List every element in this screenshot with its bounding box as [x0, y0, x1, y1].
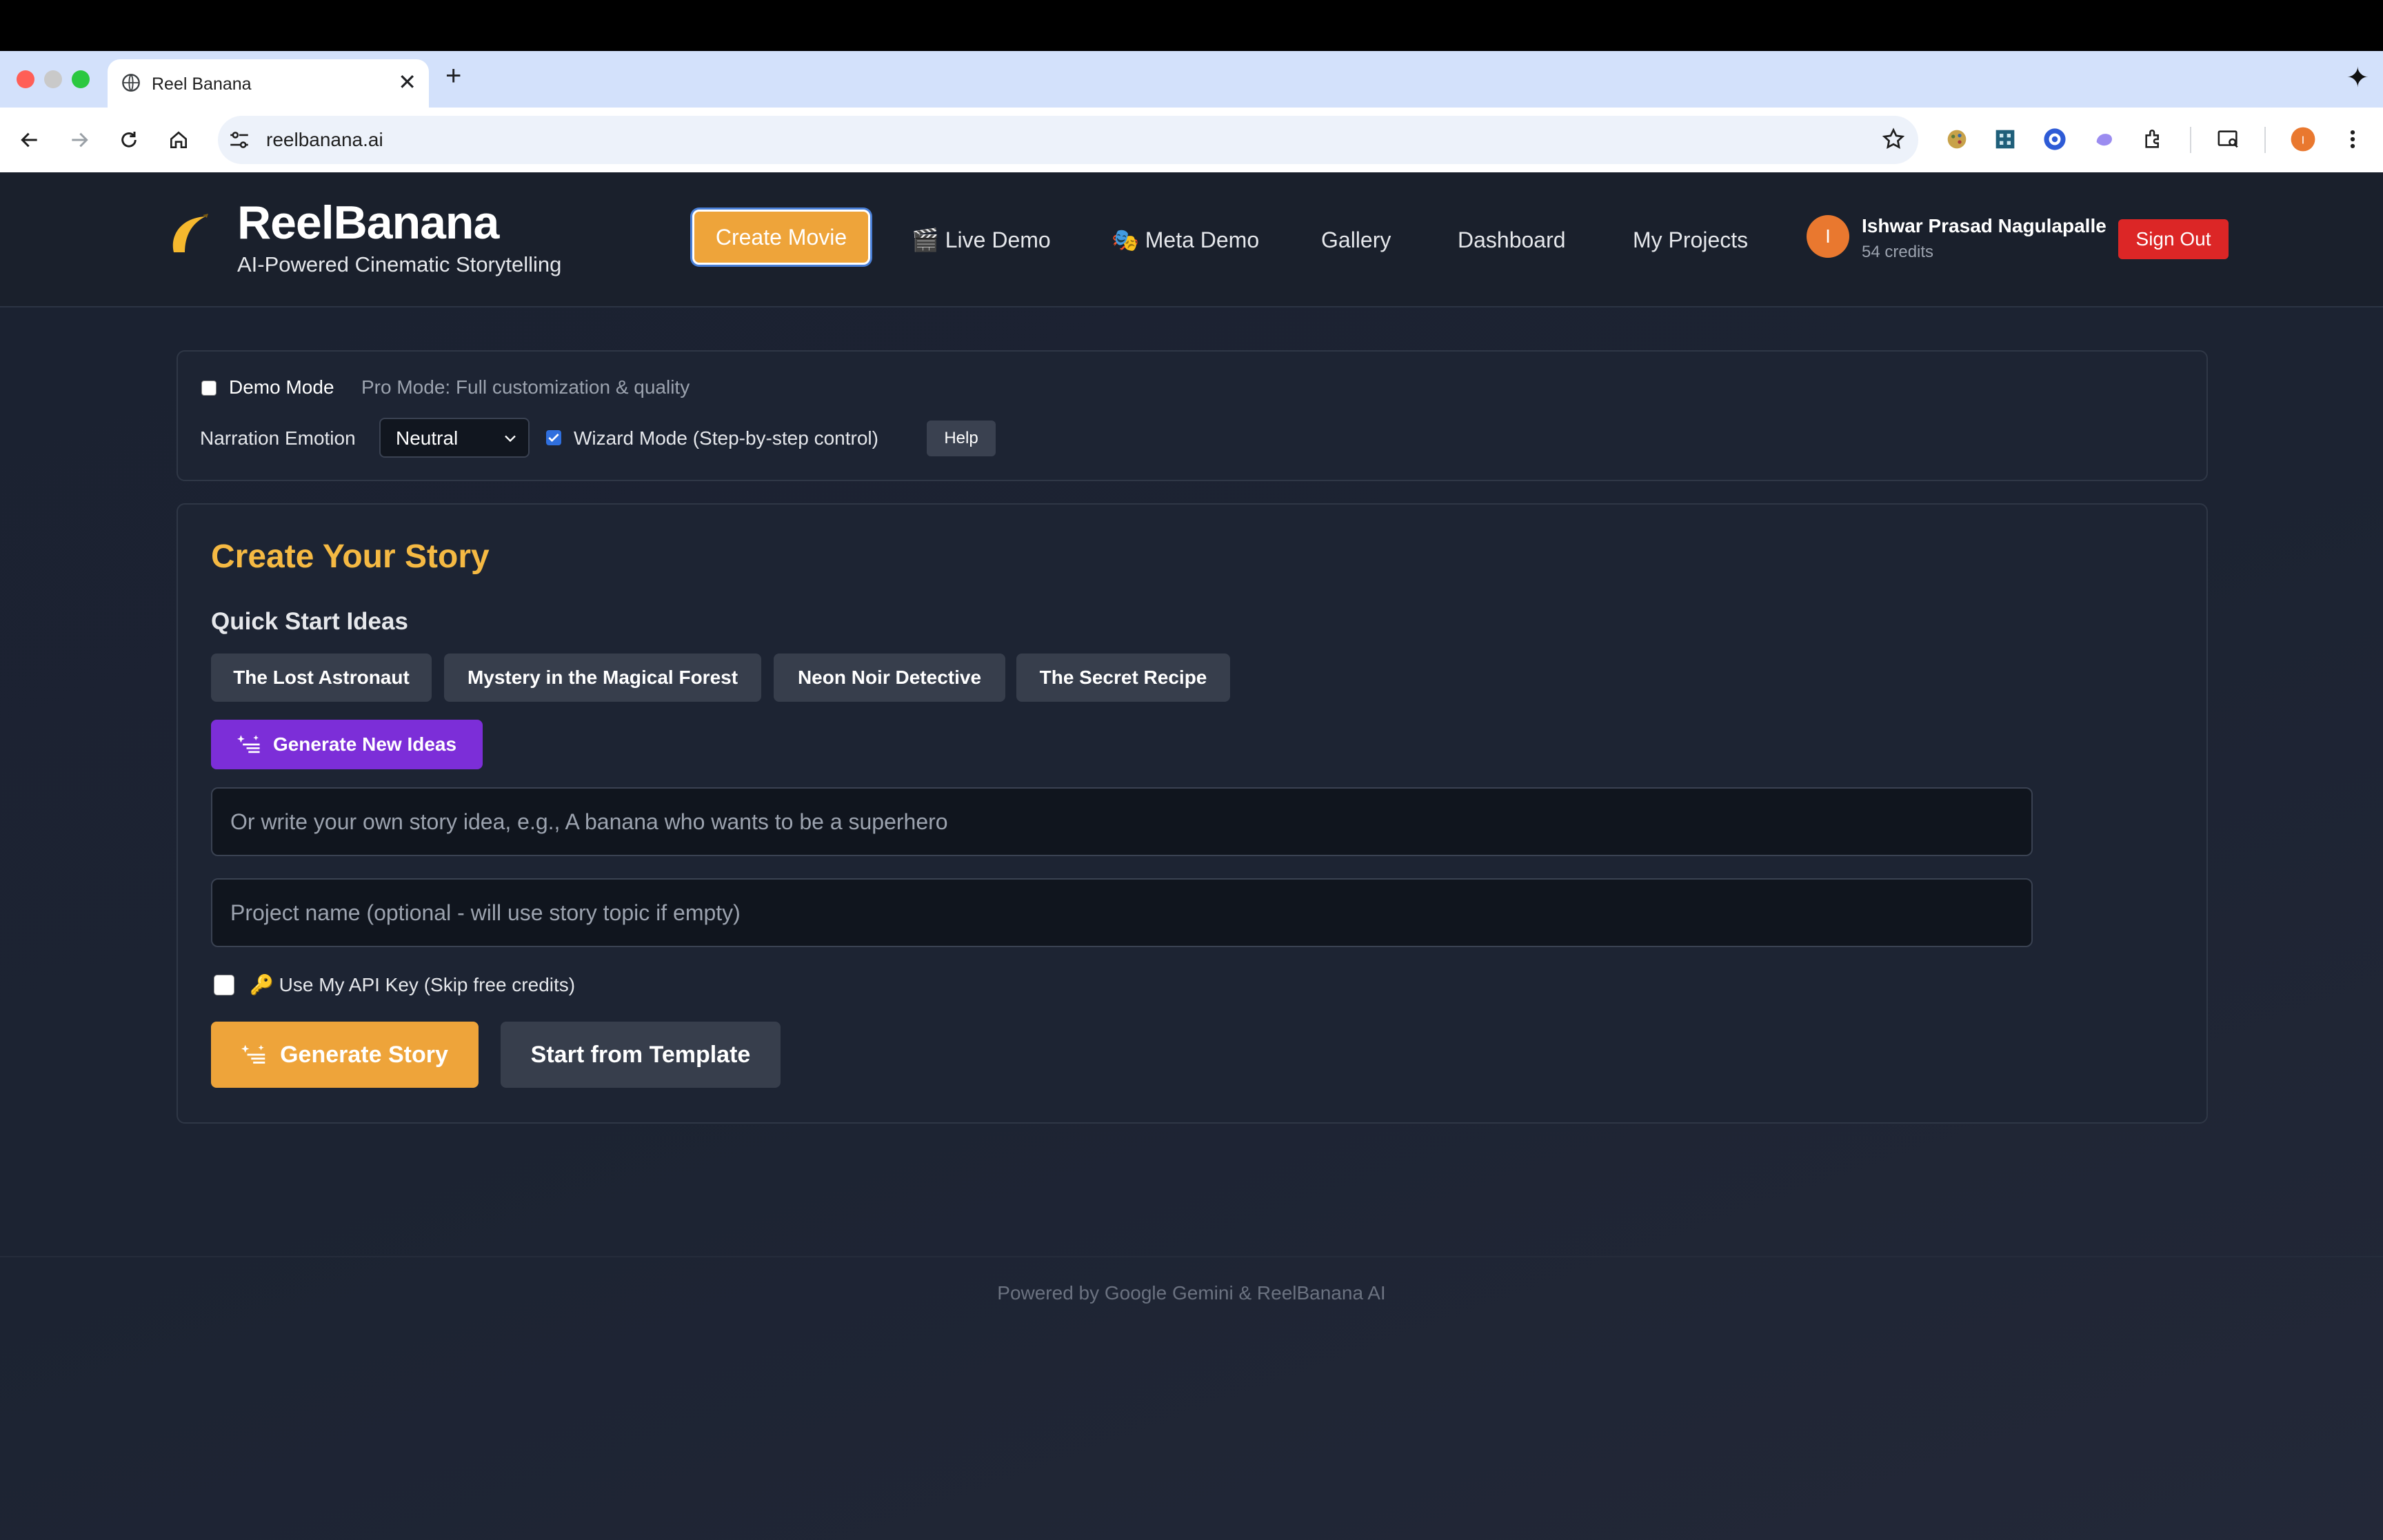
demo-mode-checkbox[interactable] — [201, 381, 217, 396]
window-zoom-button[interactable] — [72, 70, 90, 88]
browser-menu-icon[interactable] — [2339, 125, 2366, 153]
forward-icon[interactable] — [62, 123, 97, 157]
settings-panel: Demo Mode Pro Mode: Full customization &… — [177, 350, 2208, 481]
browser-tab[interactable]: Reel Banana ✕ — [108, 59, 429, 108]
story-idea-input[interactable]: Or write your own story idea, e.g., A ba… — [211, 787, 2033, 856]
nav-live-demo[interactable]: 🎬 Live Demo — [912, 212, 1051, 267]
tab-search-icon[interactable] — [2215, 125, 2242, 153]
window-minimize-button[interactable] — [44, 70, 62, 88]
narration-emotion-select[interactable]: Neutral — [379, 418, 530, 458]
nav-my-projects[interactable]: My Projects — [1633, 212, 1748, 267]
idea-chip-magical-forest[interactable]: Mystery in the Magical Forest — [444, 654, 761, 702]
create-story-title: Create Your Story — [211, 538, 490, 575]
footer-divider — [0, 1256, 2383, 1257]
extension-palette-icon[interactable] — [1943, 125, 1971, 153]
sparkles-icon — [237, 735, 260, 753]
project-name-placeholder: Project name (optional - will use story … — [230, 900, 741, 925]
screen-top-bar — [0, 0, 2383, 51]
extension-target-icon[interactable] — [2041, 125, 2069, 153]
api-key-checkbox[interactable] — [214, 975, 234, 995]
help-button[interactable]: Help — [927, 421, 996, 456]
generate-new-ideas-label: Generate New Ideas — [272, 733, 457, 755]
demo-mode-label[interactable]: Demo Mode — [229, 376, 334, 398]
user-name: Ishwar Prasad Nagulapalle — [1862, 215, 2107, 236]
home-icon[interactable] — [161, 123, 196, 157]
nav-meta-demo[interactable]: 🎭 Meta Demo — [1112, 212, 1259, 267]
banana-logo-icon[interactable] — [168, 212, 212, 254]
wizard-mode-label[interactable]: Wizard Mode (Step-by-step control) — [574, 427, 878, 449]
idea-chip-secret-recipe[interactable]: The Secret Recipe — [1016, 654, 1230, 702]
generate-story-label: Generate Story — [280, 1041, 448, 1068]
narration-emotion-label: Narration Emotion — [200, 427, 356, 449]
wizard-mode-checkbox[interactable] — [546, 430, 561, 445]
extensions-puzzle-icon[interactable] — [2140, 125, 2168, 153]
user-avatar[interactable]: I — [1807, 215, 1849, 258]
nav-dashboard[interactable]: Dashboard — [1458, 212, 1566, 267]
browser-toolbar: reelbanana.ai I — [0, 108, 2383, 173]
profile-avatar-icon[interactable]: I — [2289, 125, 2317, 153]
check-icon — [548, 434, 559, 443]
site-settings-icon[interactable] — [228, 128, 251, 152]
toolbar-divider — [2264, 127, 2266, 153]
globe-icon — [122, 74, 140, 92]
new-tab-icon[interactable]: + — [445, 62, 461, 90]
footer-text: Powered by Google Gemini & ReelBanana AI — [997, 1282, 1386, 1304]
idea-chip-lost-astronaut[interactable]: The Lost Astronaut — [211, 654, 432, 702]
chevron-down-icon — [505, 435, 516, 443]
project-name-input[interactable]: Project name (optional - will use story … — [211, 878, 2033, 947]
idea-chip-neon-noir[interactable]: Neon Noir Detective — [774, 654, 1005, 702]
toolbar-divider — [2190, 127, 2191, 153]
extension-grid-icon[interactable] — [1991, 125, 2019, 153]
close-tab-icon[interactable]: ✕ — [398, 70, 416, 94]
nav-create-movie[interactable]: Create Movie — [692, 210, 870, 265]
address-bar[interactable]: reelbanana.ai — [218, 116, 1918, 164]
back-icon[interactable] — [12, 123, 47, 157]
create-story-panel: Create Your Story Quick Start Ideas The … — [177, 503, 2208, 1124]
extension-brain-icon[interactable] — [2091, 125, 2118, 153]
reload-icon[interactable] — [112, 123, 146, 157]
sparkles-icon — [241, 1044, 265, 1064]
window-close-button[interactable] — [17, 70, 34, 88]
site-header: ReelBanana AI-Powered Cinematic Storytel… — [0, 172, 2383, 307]
sign-out-button[interactable]: Sign Out — [2118, 219, 2229, 259]
svg-text:I: I — [2302, 134, 2304, 146]
brand-name[interactable]: ReelBanana — [237, 196, 499, 250]
url-text: reelbanana.ai — [266, 129, 383, 150]
page-content: ReelBanana AI-Powered Cinematic Storytel… — [0, 172, 2383, 1540]
tab-title: Reel Banana — [152, 74, 252, 94]
generate-new-ideas-button[interactable]: Generate New Ideas — [211, 720, 483, 769]
user-credits: 54 credits — [1862, 243, 1934, 261]
api-key-label[interactable]: 🔑 Use My API Key (Skip free credits) — [250, 973, 575, 996]
start-from-template-button[interactable]: Start from Template — [501, 1022, 781, 1088]
bookmark-star-icon[interactable] — [1881, 127, 1906, 152]
story-idea-placeholder: Or write your own story idea, e.g., A ba… — [230, 809, 948, 834]
browser-tab-bar: Reel Banana ✕ + ✦ — [0, 51, 2383, 108]
pro-mode-text: Pro Mode: Full customization & quality — [361, 376, 690, 398]
generate-story-button[interactable]: Generate Story — [211, 1022, 479, 1088]
quick-start-heading: Quick Start Ideas — [211, 608, 408, 635]
nav-gallery[interactable]: Gallery — [1321, 212, 1391, 267]
narration-emotion-value: Neutral — [396, 427, 459, 449]
brand-tagline: AI-Powered Cinematic Storytelling — [237, 252, 562, 276]
gemini-icon[interactable]: ✦ — [2346, 62, 2369, 94]
